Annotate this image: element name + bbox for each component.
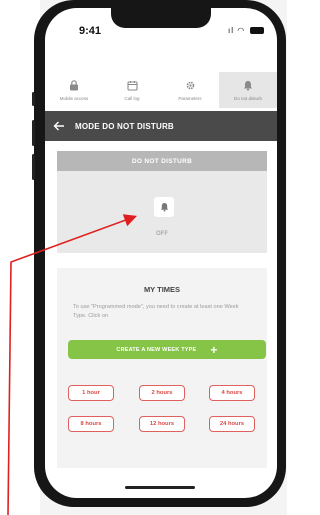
duration-24-hours-button[interactable]: 24 hours xyxy=(209,416,255,432)
page-title: MODE DO NOT DISTURB xyxy=(75,121,174,131)
bell-icon xyxy=(242,80,254,92)
calendar-icon xyxy=(126,80,138,92)
signal-icon: ıl xyxy=(228,26,234,35)
duration-8-hours-button[interactable]: 8 hours xyxy=(68,416,114,432)
duration-4-hours-button[interactable]: 4 hours xyxy=(209,385,255,401)
phone-screen: 9:41 ıl ◠ Mobile access Call log Paramet… xyxy=(45,8,277,498)
duration-2-hours-button[interactable]: 2 hours xyxy=(139,385,185,401)
side-button-volume-up xyxy=(32,120,35,146)
tab-call-log[interactable]: Call log xyxy=(103,72,161,108)
home-indicator xyxy=(125,486,195,489)
lock-icon xyxy=(68,79,80,92)
bell-icon xyxy=(160,202,168,212)
tab-mobile-access[interactable]: Mobile access xyxy=(45,72,103,108)
wifi-icon: ◠ xyxy=(237,26,246,35)
my-times-title: MY TIMES xyxy=(143,285,181,294)
tab-label: Mobile access xyxy=(59,95,89,101)
dnd-heading: DO NOT DISTURB xyxy=(57,151,267,171)
tab-do-not-disturb[interactable]: Do not disturb xyxy=(219,72,277,108)
dnd-toggle-button[interactable] xyxy=(154,197,174,217)
create-button-label: CREATE A NEW WEEK TYPE xyxy=(116,346,197,353)
my-times-description: To use "Programmed mode", you need to cr… xyxy=(73,304,239,319)
duration-1-hour-button[interactable]: 1 hour xyxy=(68,385,114,401)
side-button-silent xyxy=(32,92,35,106)
plus-icon: + xyxy=(210,342,218,357)
gear-icon xyxy=(184,80,196,92)
status-icons: ıl ◠ xyxy=(228,26,265,35)
dnd-state-label: OFF xyxy=(156,231,168,237)
duration-12-hours-button[interactable]: 12 hours xyxy=(139,416,185,432)
notch xyxy=(111,8,211,28)
page-header: MODE DO NOT DISTURB xyxy=(45,111,277,141)
dnd-card: DO NOT DISTURB OFF xyxy=(57,151,267,253)
create-week-type-button[interactable]: CREATE A NEW WEEK TYPE + xyxy=(68,340,266,359)
arrow-left-icon[interactable] xyxy=(53,118,67,134)
tab-label: Parameters xyxy=(178,95,202,101)
my-times-card: MY TIMES To use "Programmed mode", you n… xyxy=(57,268,267,468)
tab-label: Call log xyxy=(124,95,140,101)
status-time: 9:41 xyxy=(79,25,102,37)
tab-parameters[interactable]: Parameters xyxy=(161,72,219,108)
battery-icon xyxy=(250,27,265,35)
tab-bar: Mobile access Call log Parameters Do not… xyxy=(45,72,277,108)
side-button-volume-down xyxy=(32,154,35,180)
tab-label: Do not disturb xyxy=(233,95,262,101)
